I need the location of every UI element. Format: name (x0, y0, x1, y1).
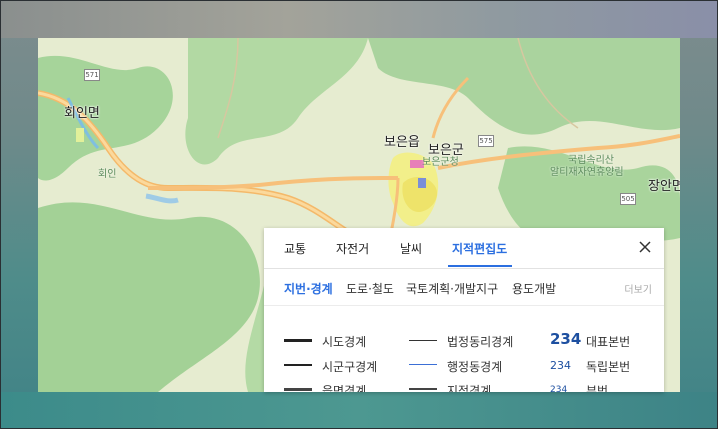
legend-label: 시도경계 (322, 335, 367, 349)
legend-label: 법정동리경계 (447, 335, 514, 349)
map-label-park-line2[interactable]: 알티재자연휴양림 (550, 163, 624, 178)
route-shield: 571 (84, 69, 100, 81)
legend-label: 시군구경계 (322, 360, 378, 374)
legend-swatch-district (284, 364, 312, 366)
subtab-land-use[interactable]: 용도개발 (512, 280, 556, 297)
legend-label: 대표본번 (586, 335, 631, 349)
subtab-national-planning[interactable]: 국토계획·개발지구 (406, 280, 498, 297)
tab-weather[interactable]: 날씨 (400, 240, 422, 257)
active-tab-indicator (448, 265, 512, 267)
subtab-lot-boundary[interactable]: 지번·경계 (284, 280, 333, 297)
map-label-jangan[interactable]: 장안면 (648, 175, 680, 194)
layer-subtab-bar: 지번·경계 도로·철도 국토계획·개발지구 용도개발 더보기 (264, 269, 664, 306)
layer-tab-bar: 교통 자전거 날씨 지적편집도 (264, 228, 664, 269)
legend-label: 독립본번 (586, 360, 631, 374)
legend-label: 읍면경계 (322, 384, 367, 392)
cadastral-legend: 시도경계 시군구경계 읍면경계 법정동리경계 행정동경계 지적경계 234 대표… (264, 306, 664, 392)
tab-bicycle[interactable]: 자전거 (336, 240, 369, 257)
legend-number-sample: 234 (550, 385, 568, 392)
legend-label: 행정동경계 (447, 360, 503, 374)
blurred-backdrop-bottom (0, 392, 718, 429)
map-label-boeun-gun-office[interactable]: 보은군청 (422, 153, 459, 168)
legend-number-sample: 234 (550, 359, 571, 372)
legend-swatch-province (284, 339, 312, 342)
tab-traffic[interactable]: 교통 (284, 240, 306, 257)
more-link[interactable]: 더보기 (624, 281, 652, 296)
legend-label: 부번 (586, 384, 609, 392)
route-shield: 505 (620, 193, 636, 205)
map-label-boeun-eup[interactable]: 보은읍 (384, 131, 420, 150)
map-label-hoein-marker (76, 128, 84, 142)
map-label-hoein[interactable]: 회인면 (64, 102, 100, 121)
legend-number-sample: 234 (550, 330, 582, 348)
tab-cadastral-map[interactable]: 지적편집도 (452, 240, 507, 257)
blurred-backdrop-top (0, 0, 718, 38)
legend-swatch-admin-dong (409, 364, 437, 365)
legend-swatch-legal-dong (409, 340, 437, 341)
subtab-road-rail[interactable]: 도로·철도 (346, 280, 394, 297)
map-layer-panel: 교통 자전거 날씨 지적편집도 지번·경계 도로·철도 국토계획·개발지구 용도… (264, 228, 664, 392)
legend-swatch-town (284, 388, 312, 391)
map-label-hoein-small[interactable]: 회인 (98, 165, 116, 180)
legend-label: 지적경계 (447, 384, 492, 392)
close-icon[interactable] (636, 238, 654, 256)
legend-swatch-cadastral (409, 388, 437, 390)
route-shield: 575 (478, 135, 494, 147)
